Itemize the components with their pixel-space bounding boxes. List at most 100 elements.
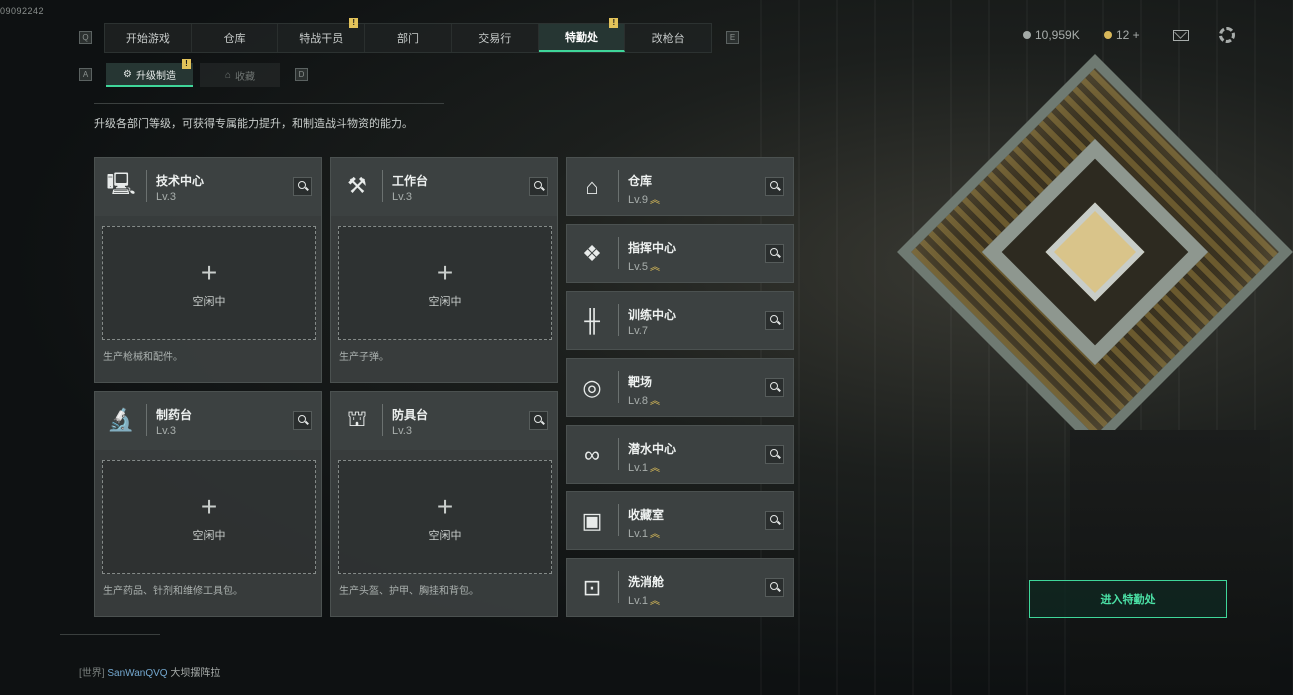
page-description: 升级各部门等级，可获得专属能力提升，和制造战斗物资的能力。 (94, 118, 413, 130)
search-button[interactable] (529, 177, 548, 196)
tab-warehouse[interactable]: 仓库 (192, 24, 279, 52)
facility-level: Lv.3 (156, 425, 176, 437)
production-slot[interactable]: + 空闲中 (338, 460, 552, 574)
facility-description: 生产子弹。 (339, 352, 389, 363)
production-slot[interactable]: + 空闲中 (338, 226, 552, 340)
department-warehouse[interactable]: ⌂ 仓库 Lv.9 ︽ (566, 157, 794, 216)
department-training-center[interactable]: ╫ 训练中心 Lv.7 (566, 291, 794, 350)
command-icon: ❖ (582, 241, 602, 266)
chat-line[interactable]: [世界] SanWanQVQ 大坝摆阵拉 (79, 664, 220, 679)
search-button[interactable] (765, 311, 784, 330)
target-icon: ◎ (582, 375, 602, 400)
department-diving-center[interactable]: ∞ 潜水中心 Lv.1 ︽ (566, 425, 794, 484)
subtab-upgrade-craft[interactable]: ⚙ 升级制造 ! (106, 59, 193, 87)
token-icon (1104, 31, 1112, 39)
department-name: 潜水中心 (628, 442, 677, 456)
department-level: Lv.8 ︽ (628, 395, 660, 407)
tab-label: 改枪台 (651, 33, 685, 45)
separator (382, 404, 383, 436)
separator (618, 304, 619, 336)
gear-icon[interactable] (1219, 27, 1235, 43)
department-level: Lv.7 (628, 325, 648, 337)
search-button[interactable] (765, 378, 784, 397)
department-name: 仓库 (628, 174, 653, 188)
production-slot[interactable]: + 空闲中 (102, 226, 316, 340)
decorative-lines (60, 634, 160, 654)
tab-label: 特勤处 (564, 32, 598, 44)
search-button[interactable] (293, 177, 312, 196)
facility-card-tech-center: 🖳 技术中心 Lv.3 + 空闲中 生产枪械和配件。 (94, 157, 322, 383)
subtab-collection[interactable]: ⌂ 收藏 (200, 63, 280, 87)
department-collection-room[interactable]: ▣ 收藏室 Lv.1 ︽ (566, 491, 794, 550)
chat-message: 大坝摆阵拉 (170, 668, 221, 679)
search-button[interactable] (765, 177, 784, 196)
facility-level: Lv.3 (156, 191, 176, 203)
mail-icon[interactable] (1173, 30, 1189, 41)
department-shooting-range[interactable]: ◎ 靶场 Lv.8 ︽ (566, 358, 794, 417)
wrench-icon: ⚙ (123, 68, 132, 80)
nav-prev-key[interactable]: Q (79, 31, 92, 44)
warehouse-icon: ⌂ (585, 174, 599, 199)
subnav-prev-key[interactable]: A (79, 68, 92, 81)
enter-special-ops-button[interactable]: 进入特勤处 (1029, 580, 1227, 618)
decon-icon: ⊡ (582, 575, 602, 600)
chat-channel: [世界] (79, 668, 105, 679)
tab-operators[interactable]: 特战干员! (278, 18, 366, 52)
department-name: 收藏室 (628, 508, 665, 522)
tab-gunsmith[interactable]: 改枪台 (625, 24, 711, 52)
notification-badge: ! (609, 18, 619, 28)
separator (618, 371, 619, 403)
collection-icon: ⌂ (224, 69, 232, 81)
department-level: Lv.1 ︽ (628, 528, 660, 540)
department-level: Lv.5 ︽ (628, 261, 660, 273)
tab-label: 开始游戏 (125, 33, 170, 45)
token-value: 12 + (1116, 28, 1140, 42)
search-button[interactable] (765, 445, 784, 464)
tab-special-ops[interactable]: 特勤处! (538, 18, 626, 52)
subnav-next-key[interactable]: D (295, 68, 308, 81)
plus-icon: + (200, 491, 218, 522)
department-name: 指挥中心 (628, 241, 677, 255)
slot-status: 空闲中 (192, 530, 226, 542)
search-button[interactable] (765, 244, 784, 263)
tab-label: 交易行 (478, 33, 512, 45)
tab-start-game[interactable]: 开始游戏 (105, 24, 192, 52)
card-header[interactable]: 🖳 技术中心 Lv.3 (95, 158, 321, 216)
money-value: 10,959K (1035, 28, 1080, 42)
tab-label: 部门 (397, 33, 420, 45)
facility-name: 制药台 (156, 408, 193, 422)
card-header[interactable]: ⛫ 防具台 Lv.3 (331, 392, 557, 450)
plus-icon: + (436, 257, 454, 288)
token-display[interactable]: 12 + (1104, 28, 1140, 42)
upgrade-icon: ︽ (649, 262, 660, 273)
nav-next-key[interactable]: E (726, 31, 739, 44)
search-button[interactable] (765, 578, 784, 597)
facility-level: Lv.3 (392, 191, 412, 203)
plus-icon: + (436, 491, 454, 522)
separator (618, 237, 619, 269)
slot-status: 空闲中 (428, 296, 462, 308)
separator (618, 438, 619, 470)
cube-pillar (1070, 430, 1270, 695)
department-name: 靶场 (628, 375, 653, 389)
tab-department[interactable]: 部门 (365, 24, 452, 52)
search-button[interactable] (293, 411, 312, 430)
computer-icon: 🖳 (106, 171, 136, 196)
department-level: Lv.1 ︽ (628, 462, 660, 474)
separator (618, 571, 619, 603)
notification-badge: ! (349, 18, 359, 28)
department-decon-chamber[interactable]: ⊡ 洗消舱 Lv.1 ︽ (566, 558, 794, 617)
separator (618, 170, 619, 202)
production-slot[interactable]: + 空闲中 (102, 460, 316, 574)
department-command-center[interactable]: ❖ 指挥中心 Lv.5 ︽ (566, 224, 794, 283)
tab-market[interactable]: 交易行 (452, 24, 539, 52)
card-header[interactable]: ⚒ 工作台 Lv.3 (331, 158, 557, 216)
separator (146, 404, 147, 436)
search-button[interactable] (529, 411, 548, 430)
facility-level: Lv.3 (392, 425, 412, 437)
facility-name: 技术中心 (156, 174, 205, 188)
upgrade-icon: ︽ (649, 463, 660, 474)
card-header[interactable]: 🔬 制药台 Lv.3 (95, 392, 321, 450)
slot-status: 空闲中 (428, 530, 462, 542)
search-button[interactable] (765, 511, 784, 530)
